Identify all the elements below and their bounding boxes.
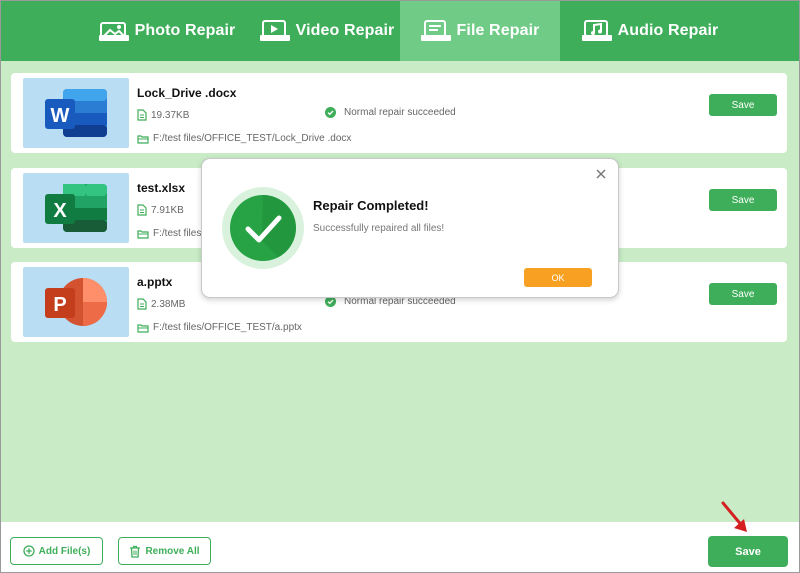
- file-size: 7.91KB: [151, 204, 184, 216]
- ok-button[interactable]: OK: [524, 268, 592, 287]
- file-size: 19.37KB: [151, 109, 190, 121]
- file-thumbnail: W: [23, 78, 129, 148]
- file-path: F:/test files: [153, 228, 202, 239]
- remove-all-button[interactable]: Remove All: [118, 537, 211, 565]
- svg-text:X: X: [53, 200, 67, 222]
- document-icon: [137, 298, 147, 310]
- remove-all-label: Remove All: [145, 545, 200, 557]
- save-all-button[interactable]: Save: [708, 536, 788, 567]
- annotation-arrow-icon: [721, 501, 747, 532]
- file-thumbnail: X: [23, 173, 129, 243]
- file-path-row: F:/test files/OFFICE_TEST/Lock_Drive .do…: [137, 133, 351, 144]
- add-files-label: Add File(s): [38, 545, 91, 557]
- tab-label: File Repair: [456, 22, 540, 39]
- file-size-row: 19.37KB: [137, 109, 189, 121]
- file-size: 2.38MB: [151, 298, 186, 310]
- svg-text:P: P: [53, 294, 66, 316]
- save-button[interactable]: Save: [709, 94, 777, 116]
- document-icon: [137, 109, 147, 121]
- dialog-title: Repair Completed!: [313, 198, 429, 213]
- document-icon: [137, 204, 147, 216]
- file-name: Lock_Drive .docx: [137, 86, 237, 100]
- tab-label: Video Repair: [295, 22, 395, 39]
- file-path: F:/test files/OFFICE_TEST/Lock_Drive .do…: [153, 133, 352, 144]
- file-size-row: 7.91KB: [137, 204, 184, 216]
- file-path-row: F:/test files/OFFICE_TEST/a.pptx: [137, 322, 302, 333]
- tab-label: Photo Repair: [134, 22, 236, 39]
- tab-label: Audio Repair: [617, 22, 719, 39]
- svg-text:W: W: [51, 105, 70, 127]
- file-thumbnail: P: [23, 267, 129, 337]
- tab-audio-repair[interactable]: Audio Repair: [575, 1, 725, 61]
- repair-status: Normal repair succeeded: [325, 107, 456, 118]
- video-repair-icon: [259, 20, 290, 41]
- success-check-icon: [222, 187, 304, 269]
- repair-completed-dialog: Repair Completed! Successfully repaired …: [201, 158, 619, 298]
- file-repair-icon: [420, 20, 451, 41]
- bottom-bar: Add File(s) Remove All Save: [1, 522, 799, 572]
- tab-file-repair[interactable]: File Repair: [400, 1, 560, 61]
- folder-icon: [137, 323, 149, 333]
- save-button[interactable]: Save: [709, 283, 777, 305]
- save-button[interactable]: Save: [709, 189, 777, 211]
- file-name: a.pptx: [137, 275, 173, 289]
- trash-icon: [130, 545, 141, 558]
- audio-repair-icon: [581, 20, 612, 41]
- close-icon[interactable]: [594, 167, 608, 181]
- folder-icon: [137, 229, 149, 239]
- plus-circle-icon: [23, 545, 35, 557]
- check-circle-icon: [325, 107, 336, 118]
- repair-status-text: Normal repair succeeded: [344, 107, 456, 118]
- word-icon: W: [45, 89, 107, 137]
- powerpoint-icon: P: [45, 278, 107, 326]
- tab-bar: Photo Repair Video Repair File Repair Au…: [1, 1, 799, 61]
- excel-icon: X: [45, 184, 107, 232]
- file-size-row: 2.38MB: [137, 298, 185, 310]
- dialog-message: Successfully repaired all files!: [313, 223, 445, 234]
- add-files-button[interactable]: Add File(s): [10, 537, 103, 565]
- folder-icon: [137, 134, 149, 144]
- file-card: W Lock_Drive .docx 19.37KB F:/test files…: [11, 73, 787, 153]
- app-window: Photo Repair Video Repair File Repair Au…: [0, 0, 800, 573]
- tab-photo-repair[interactable]: Photo Repair: [93, 1, 241, 61]
- photo-repair-icon: [98, 22, 129, 41]
- file-path: F:/test files/OFFICE_TEST/a.pptx: [153, 322, 302, 333]
- file-path-row: F:/test files: [137, 228, 201, 239]
- file-name: test.xlsx: [137, 181, 186, 195]
- tab-video-repair[interactable]: Video Repair: [253, 1, 401, 61]
